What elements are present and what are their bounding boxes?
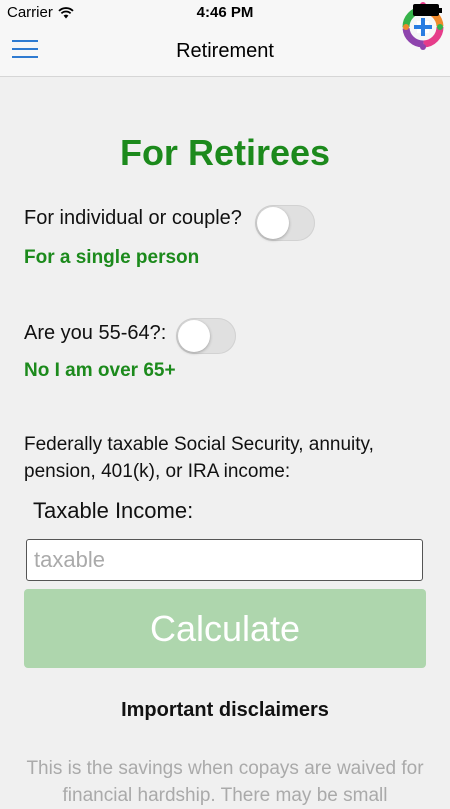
app-logo bbox=[402, 2, 444, 50]
age-status-text: No I am over 65+ bbox=[24, 360, 176, 381]
page-title: For Retirees bbox=[119, 132, 331, 173]
income-info-text: Federally taxable Social Security, annui… bbox=[24, 434, 374, 482]
disclaimer-heading: Important disclaimers bbox=[121, 699, 329, 721]
toggle-knob bbox=[178, 320, 210, 352]
couple-status-text: For a single person bbox=[24, 247, 200, 268]
taxable-income-input[interactable] bbox=[26, 539, 423, 581]
status-bar: Carrier 4:46 PM bbox=[0, 0, 450, 26]
nav-title: Retirement bbox=[176, 40, 274, 62]
status-time: 4:46 PM bbox=[196, 4, 254, 21]
navigation-bar: Retirement bbox=[0, 26, 450, 77]
taxable-income-label: Taxable Income: bbox=[33, 498, 194, 523]
age-question-label: Are you 55-64?: bbox=[24, 322, 167, 344]
main-content: For Retirees For individual or couple? F… bbox=[0, 77, 450, 806]
age-toggle[interactable] bbox=[176, 318, 236, 354]
toggle-knob bbox=[257, 207, 289, 239]
calculate-button[interactable]: Calculate bbox=[24, 589, 426, 668]
disclaimer-text: This is the savings when copays are waiv… bbox=[26, 758, 424, 806]
couple-toggle[interactable] bbox=[255, 205, 315, 241]
couple-question-label: For individual or couple? bbox=[24, 207, 242, 229]
